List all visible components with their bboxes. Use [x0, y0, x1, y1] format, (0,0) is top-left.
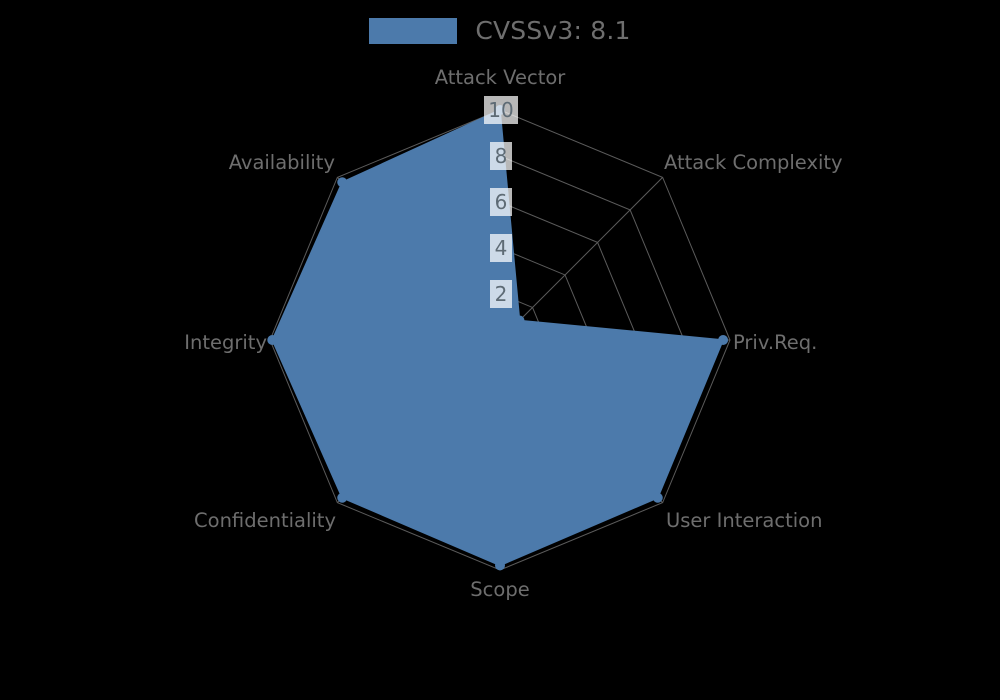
data-point-2 [718, 335, 729, 345]
data-point-4 [495, 560, 505, 571]
data-point-6 [267, 335, 278, 345]
tick-label-4: 4 [495, 236, 508, 260]
tick-label-10: 10 [488, 98, 513, 122]
data-point-3 [652, 492, 663, 503]
radar-plot-area: 2 4 6 8 10 Attack Vector Attack Complexity P… [184, 66, 843, 601]
data-point-7 [337, 177, 348, 188]
tick-label-8: 8 [495, 144, 508, 168]
tick-label-2: 2 [495, 282, 508, 306]
data-point-1 [514, 315, 525, 326]
data-point-5 [337, 492, 348, 503]
axis-label-priv-req: Priv.Req. [733, 331, 817, 354]
axis-label-integrity: Integrity [184, 331, 267, 354]
axis-label-attack-complexity: Attack Complexity [664, 151, 843, 174]
axis-label-confidentiality: Confidentiality [194, 509, 336, 532]
tick-label-6: 6 [495, 190, 508, 214]
axis-label-attack-vector: Attack Vector [435, 66, 567, 89]
radar-chart-figure: CVSSv3: 8.1 2 4 6 8 10 Attack Vector Attack … [0, 0, 1000, 700]
axis-spoke-1 [499, 177, 663, 341]
axis-label-availability: Availability [229, 151, 335, 174]
axis-label-scope: Scope [470, 578, 529, 601]
axis-label-user-interaction: User Interaction [666, 509, 822, 532]
